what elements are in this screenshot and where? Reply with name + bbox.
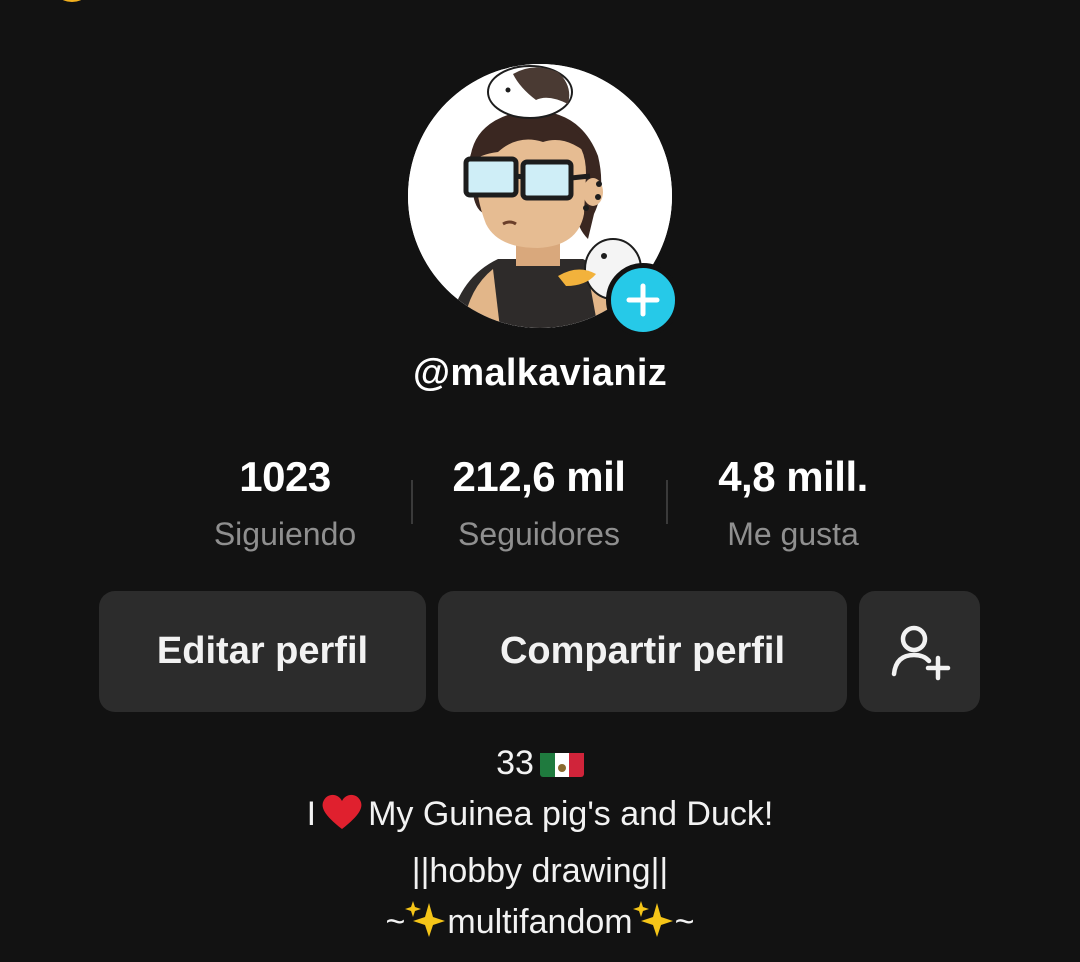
sparkles-icon [405, 899, 447, 954]
stat-followers-value: 212,6 mil [452, 453, 626, 500]
bio-fandom-text: multifandom [447, 903, 633, 941]
profile-stats: 1023 Siguiendo 212,6 mil Seguidores 4,8 … [0, 452, 1080, 562]
bio-pets-prefix: I [306, 795, 317, 833]
profile-actions: Editar perfil Compartir perfil [0, 591, 1080, 712]
stat-following[interactable]: 1023 Siguiendo [155, 452, 415, 554]
bio-fandom-prefix: ~ [385, 903, 406, 941]
profile-bio: 33 I My Guinea pig's and Duck! ||hobby dr… [0, 738, 1080, 954]
stat-followers[interactable]: 212,6 mil Seguidores [409, 452, 669, 554]
sparkles-icon [632, 899, 675, 954]
stat-likes[interactable]: 4,8 mill. Me gusta [663, 452, 923, 554]
add-avatar-button[interactable] [606, 263, 680, 337]
stat-following-value: 1023 [239, 453, 331, 500]
bio-line-hobby: ||hobby drawing|| [411, 852, 669, 890]
mexico-flag-icon [539, 747, 584, 777]
username: @malkavianiz [413, 352, 667, 394]
bio-age-text: 33 [496, 744, 534, 782]
profile-avatar-container[interactable] [408, 64, 680, 337]
red-heart-icon [320, 791, 364, 846]
bio-line-fandom: ~ multifandom ~ [0, 897, 1080, 954]
add-user-icon [891, 625, 950, 680]
bio-line-pets: I My Guinea pig's and Duck! [0, 789, 1080, 846]
stat-following-label: Siguiendo [213, 516, 357, 552]
edit-profile-button[interactable]: Editar perfil [99, 591, 426, 712]
bio-pets-text: My Guinea pig's and Duck! [368, 795, 774, 833]
bio-line-age: 33 [0, 738, 1080, 789]
share-profile-button[interactable]: Compartir perfil [438, 591, 847, 712]
add-friend-button[interactable] [859, 591, 980, 712]
plus-icon [626, 283, 660, 317]
stat-likes-label: Me gusta [727, 516, 859, 552]
bio-fandom-suffix: ~ [674, 903, 695, 941]
stat-followers-label: Seguidores [458, 516, 620, 552]
status-badge-partial [50, 0, 94, 2]
stat-likes-value: 4,8 mill. [718, 453, 868, 500]
